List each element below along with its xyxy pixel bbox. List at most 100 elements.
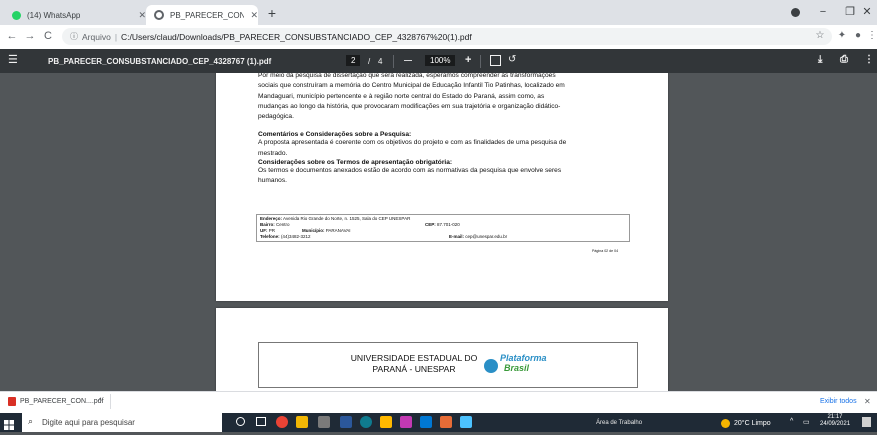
clock-time: 21:17 (827, 414, 843, 420)
plataforma-brasil-logo: Plataforma Brasil (484, 353, 564, 379)
address-line: E-mail: cep@unespar.edu.br (449, 234, 507, 240)
field-label: E-mail: (449, 234, 465, 239)
logo-globe-icon (484, 359, 498, 373)
tray-chevron-icon[interactable]: ^ (790, 418, 793, 425)
globe-icon (154, 10, 164, 20)
download-item[interactable]: PB_PARECER_CON....pdf (20, 398, 104, 405)
forward-icon[interactable]: → (22, 28, 38, 44)
paragraph-line: mestrado. (258, 149, 288, 157)
network-icon[interactable]: ▭ (803, 418, 810, 426)
section-heading: Comentários e Considerações sobre a Pesq… (258, 131, 412, 139)
chrome-icon[interactable] (276, 416, 288, 428)
university-line: PARANÁ - UNESPAR (372, 364, 456, 374)
tab-title: PB_PARECER_CONSUBSTANCIAD (170, 10, 245, 20)
powerbi-icon[interactable] (440, 416, 452, 428)
field-value: (44)3482-3212 (280, 234, 311, 239)
bookmark-star-icon[interactable]: ☆ (812, 28, 828, 44)
clock[interactable]: 21:17 24/09/2021 (820, 414, 850, 428)
extensions-icon[interactable]: ✦ (834, 28, 850, 44)
desktop-label[interactable]: Área de Trabalho (596, 420, 642, 426)
section-heading: Considerações sobre os Termos de apresen… (258, 159, 453, 167)
download-icon[interactable]: ⤓ (818, 54, 822, 65)
field-label: Município: (302, 228, 325, 233)
photos-icon[interactable] (460, 416, 472, 428)
download-options-button[interactable]: ^ (98, 397, 102, 406)
mail-icon[interactable] (420, 416, 432, 428)
intro-line: mudanças ao longo da história, que provo… (258, 102, 561, 110)
intro-line: Por meio da pesquisa de dissertação que … (258, 73, 556, 79)
address-line: CEP: 87.701-020 (425, 222, 460, 228)
field-label: Endereço: (260, 216, 283, 221)
intro-line: sociais que construíram a memória do Cen… (258, 82, 565, 90)
pdf-viewer[interactable]: Por meio da pesquisa de dissertação que … (0, 73, 877, 391)
app-icon[interactable] (400, 416, 412, 428)
menu-icon[interactable]: ⋮ (864, 28, 877, 44)
page-separator: / (368, 57, 371, 66)
edge-icon[interactable] (360, 416, 372, 428)
profile-icon[interactable] (791, 8, 800, 17)
field-value: Centro (276, 222, 290, 227)
search-placeholder: Digite aqui para pesquisar (42, 418, 135, 427)
close-tab-icon[interactable]: ✕ (138, 10, 146, 21)
field-value: 87.701-020 (437, 222, 460, 227)
info-icon[interactable]: ⓘ (70, 31, 78, 42)
current-page: 2 (351, 56, 356, 65)
whatsapp-icon (12, 10, 21, 20)
cortana-icon[interactable] (236, 417, 245, 426)
weather-text[interactable]: 20°C Limpo (734, 420, 771, 427)
windows-start-icon[interactable] (4, 417, 14, 430)
field-value: Avenida Rio Grande do Norte, n. 1525, Sa… (283, 216, 411, 221)
close-download-bar[interactable]: ✕ (864, 397, 871, 406)
logo-text: Plataforma (500, 353, 547, 363)
tab-pdf[interactable]: PB_PARECER_CONSUBSTANCIAD ✕ (146, 5, 258, 25)
tab-title: (14) WhatsApp (27, 10, 81, 20)
print-icon[interactable]: ⎙ (840, 54, 848, 65)
zoom-in-button[interactable]: + (465, 54, 471, 66)
reload-icon[interactable]: C (40, 28, 56, 44)
fit-page-icon[interactable] (490, 55, 501, 66)
search-icon: ⌕ (28, 416, 34, 426)
task-view-icon[interactable] (256, 417, 266, 426)
field-label: Telefone: (260, 234, 280, 239)
university-name: UNIVERSIDADE ESTADUAL DO PARANÁ - UNESPA… (339, 353, 489, 375)
address-box: Endereço: Avenida Rio Grande do Norte, n… (256, 214, 630, 242)
page-body: Por meio da pesquisa de dissertação que … (258, 73, 638, 187)
rotate-icon[interactable]: ↺ (508, 54, 516, 65)
page-number-input[interactable]: 2 (346, 55, 361, 66)
url-text: C:/Users/claud/Downloads/PB_PARECER_CONS… (121, 31, 472, 42)
settings-icon[interactable] (318, 416, 330, 428)
page-footer: Página 02 de 04 (592, 249, 619, 253)
zoom-level-input[interactable]: 100% (425, 55, 456, 66)
separator: | (114, 31, 118, 42)
pdf-filename: PB_PARECER_CONSUBSTANCIADO_CEP_4328767 (… (48, 57, 272, 66)
more-options-icon[interactable]: ⋮ (864, 54, 874, 65)
paragraph-line: A proposta apresentada é coerente com os… (258, 139, 567, 147)
field-label: CEP: (425, 222, 436, 227)
paragraph-line: Os termos e documentos anexados estão de… (258, 167, 562, 175)
minimize-button[interactable]: − (808, 3, 838, 21)
total-pages: 4 (378, 57, 383, 66)
new-tab-button[interactable]: + (264, 5, 280, 21)
word-icon[interactable] (340, 416, 352, 428)
file-explorer-icon[interactable] (296, 416, 308, 428)
store-icon[interactable] (380, 416, 392, 428)
notifications-icon[interactable] (862, 417, 871, 427)
address-line: Telefone: (44)3482-3212 (260, 234, 310, 240)
show-all-downloads[interactable]: Exibir todos (820, 398, 857, 405)
address-bar[interactable]: ⓘ Arquivo | C:/Users/claud/Downloads/PB_… (62, 28, 832, 45)
close-window-button[interactable]: ✕ (852, 3, 877, 21)
clock-date: 24/09/2021 (820, 421, 851, 427)
page-header-box: UNIVERSIDADE ESTADUAL DO PARANÁ - UNESPA… (258, 342, 638, 388)
zoom-out-button[interactable]: — (404, 56, 412, 65)
tab-whatsapp[interactable]: (14) WhatsApp ✕ (4, 5, 146, 25)
protocol-label: Arquivo (82, 31, 111, 42)
pdf-page: Por meio da pesquisa de dissertação que … (216, 73, 668, 301)
close-tab-icon[interactable]: ✕ (250, 10, 258, 21)
intro-line: Mandaguari, município pertencente e à re… (258, 92, 545, 100)
intro-line: pedagógica. (258, 113, 294, 121)
hamburger-menu-icon[interactable]: ☰ (8, 54, 20, 66)
field-value: cep@unespar.edu.br (465, 234, 508, 239)
pdf-file-icon (8, 397, 16, 406)
search-box[interactable]: ⌕ Digite aqui para pesquisar (22, 413, 222, 432)
back-icon[interactable]: ← (4, 28, 20, 44)
